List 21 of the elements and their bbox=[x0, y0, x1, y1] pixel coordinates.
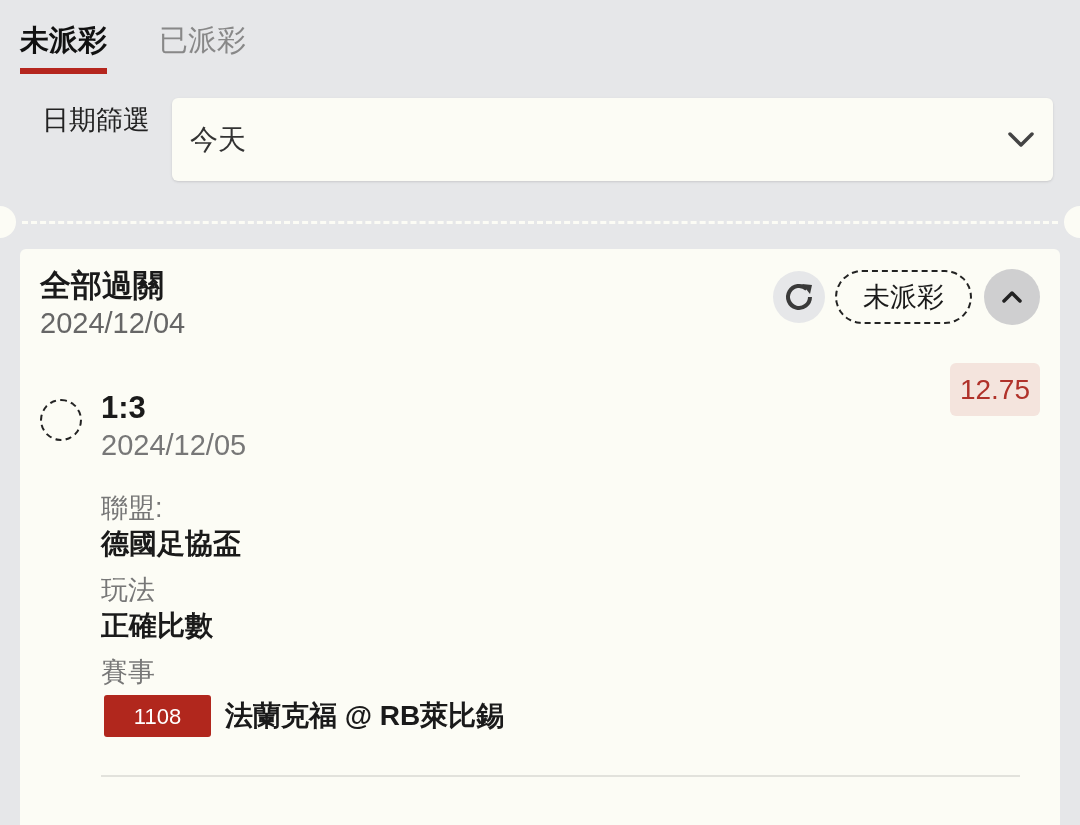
selection: 1:3 bbox=[101, 389, 147, 427]
odds: 12.75 bbox=[949, 363, 1040, 416]
filter-label: 日期篩選 bbox=[42, 104, 151, 137]
tab[interactable]: 未派彩 bbox=[20, 20, 107, 74]
date-dropdown[interactable]: 今天 bbox=[172, 98, 1053, 181]
field-label: 玩法 bbox=[101, 574, 156, 607]
match-date: 2024/12/05 bbox=[101, 428, 248, 463]
status-tag: 未派彩 bbox=[835, 270, 972, 324]
chevron-up-icon bbox=[1001, 290, 1023, 304]
field-value: 正確比數 bbox=[101, 609, 214, 643]
field-label: 賽事 bbox=[101, 656, 156, 689]
match-code: 1108 bbox=[104, 695, 211, 737]
chevron-down-icon bbox=[1007, 130, 1035, 149]
match-teams: 法蘭克福 @ RB萊比錫 bbox=[225, 699, 505, 733]
collapse-button[interactable] bbox=[984, 269, 1040, 325]
ticket-date: 2024/12/04 bbox=[40, 306, 186, 341]
field-value: 德國足協盃 bbox=[101, 527, 242, 561]
ticket-title: 全部過關 bbox=[40, 267, 165, 305]
field-label: 聯盟: bbox=[101, 492, 164, 525]
refresh-button[interactable] bbox=[773, 271, 825, 323]
radio-button[interactable] bbox=[40, 399, 82, 441]
